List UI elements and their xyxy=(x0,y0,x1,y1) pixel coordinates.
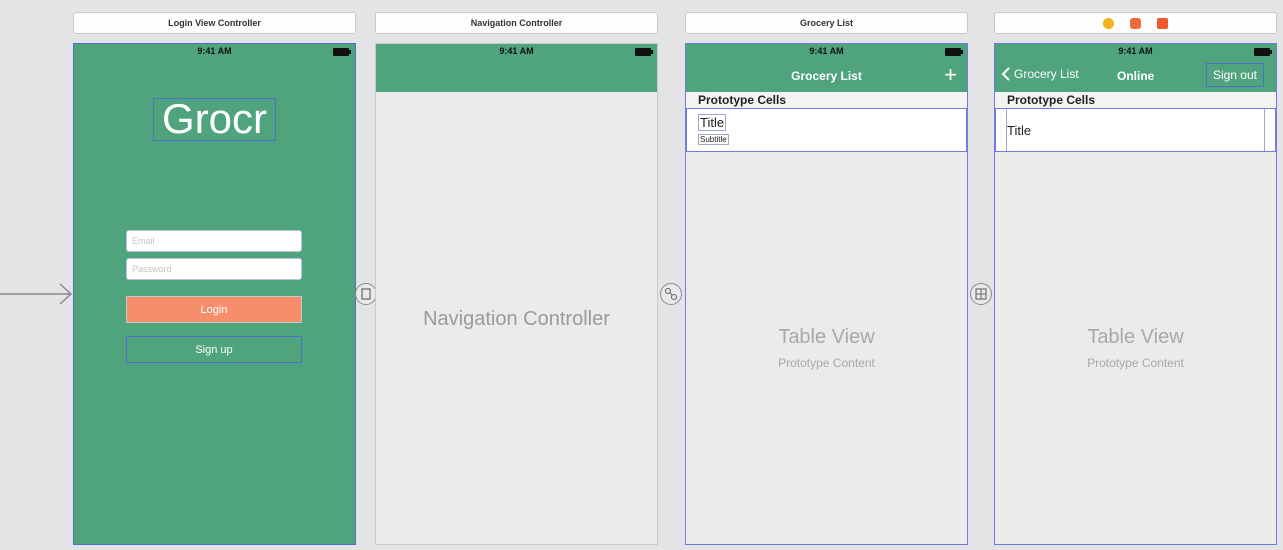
signup-button[interactable]: Sign up xyxy=(126,336,302,363)
prototype-cells-header: Prototype Cells xyxy=(995,92,1276,108)
cell-title[interactable]: Title xyxy=(698,114,727,131)
scene-title-label: Login View Controller xyxy=(168,18,261,28)
login-button-label: Login xyxy=(200,303,228,316)
sign-out-label: Sign out xyxy=(1212,68,1257,82)
email-placeholder: Email xyxy=(132,236,155,246)
plus-icon: + xyxy=(944,62,957,87)
cell-content-divider-left xyxy=(1006,109,1007,151)
segue-show[interactable] xyxy=(970,283,992,305)
battery-icon xyxy=(945,48,963,56)
password-field[interactable]: Password xyxy=(126,258,302,280)
add-button[interactable]: + xyxy=(944,62,957,88)
prototype-cell[interactable]: Title xyxy=(995,108,1276,152)
segue-modal[interactable] xyxy=(355,283,377,305)
cell-subtitle[interactable]: Subtitle xyxy=(698,134,729,145)
status-bar: 9:41 AM xyxy=(376,44,657,58)
prototype-cells-header: Prototype Cells xyxy=(686,92,967,108)
sign-out-button[interactable]: Sign out xyxy=(1205,63,1264,87)
relationship-segue-icon xyxy=(664,287,678,301)
scene-title-login[interactable]: Login View Controller xyxy=(73,12,356,34)
exit-dock-icon[interactable] xyxy=(1157,17,1168,29)
status-time: 9:41 AM xyxy=(499,46,534,56)
nav-controller-label: Navigation Controller xyxy=(423,308,610,330)
login-view-controller[interactable]: 9:41 AM Grocr Email Password Login Sign … xyxy=(73,43,356,545)
navigation-controller[interactable]: 9:41 AM Navigation Controller xyxy=(375,43,658,545)
battery-icon xyxy=(1254,48,1272,56)
password-placeholder: Password xyxy=(132,264,172,274)
login-button[interactable]: Login xyxy=(126,296,302,323)
prototype-cell[interactable]: Title Subtitle xyxy=(686,108,967,152)
cell-title[interactable]: Title xyxy=(1007,123,1031,138)
battery-icon xyxy=(635,48,653,56)
logo-label[interactable]: Grocr xyxy=(153,98,276,141)
scene-title-grocery[interactable]: Grocery List xyxy=(685,12,968,34)
scene-title-nav[interactable]: Navigation Controller xyxy=(375,12,658,34)
table-view-label: Table View xyxy=(778,326,875,348)
show-segue-icon xyxy=(975,288,987,300)
status-time: 9:41 AM xyxy=(1118,46,1153,56)
status-bar: 9:41 AM xyxy=(995,44,1276,58)
segue-root-relationship[interactable] xyxy=(660,283,682,305)
nav-title: Grocery List xyxy=(791,69,862,83)
view-controller-dock-icon[interactable] xyxy=(1103,17,1114,29)
status-time: 9:41 AM xyxy=(809,46,844,56)
nav-title: Online xyxy=(1117,69,1155,83)
modal-segue-icon xyxy=(361,288,371,300)
signup-button-label: Sign up xyxy=(195,343,233,356)
back-button[interactable]: Grocery List xyxy=(1001,66,1079,82)
back-button-label: Grocery List xyxy=(1014,67,1079,81)
scene-title-label: Grocery List xyxy=(799,18,854,28)
status-bar: 9:41 AM xyxy=(74,44,355,58)
online-users-controller[interactable]: 9:41 AM Grocery List Online Sign out Pro… xyxy=(994,43,1277,545)
status-time: 9:41 AM xyxy=(197,46,232,56)
first-responder-dock-icon[interactable] xyxy=(1130,17,1141,29)
status-bar: 9:41 AM xyxy=(686,44,967,58)
cell-content-divider-right xyxy=(1264,109,1265,151)
email-field[interactable]: Email xyxy=(126,230,302,252)
prototype-content-label: Prototype Content xyxy=(1087,356,1184,370)
arrow-icon xyxy=(0,283,73,305)
entry-point-arrow[interactable] xyxy=(0,283,74,305)
prototype-content-label: Prototype Content xyxy=(778,356,875,370)
grocery-list-controller[interactable]: 9:41 AM Grocery List + Prototype Cells T… xyxy=(685,43,968,545)
chevron-left-icon xyxy=(1001,67,1010,81)
scene-dock-online[interactable] xyxy=(994,12,1277,34)
scene-title-label: Navigation Controller xyxy=(470,18,563,28)
battery-icon xyxy=(333,48,351,56)
table-view-label: Table View xyxy=(1087,326,1184,348)
